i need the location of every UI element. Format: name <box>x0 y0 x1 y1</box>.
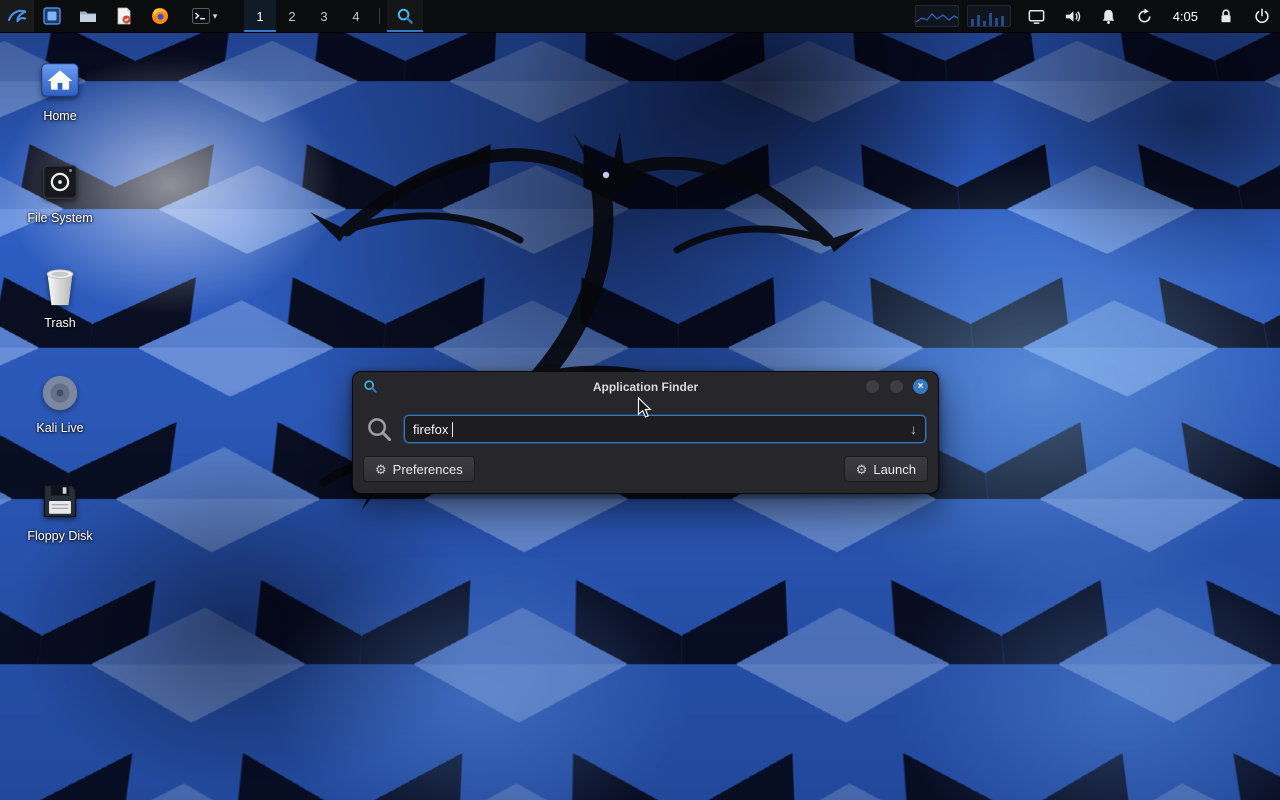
lock-icon <box>1217 7 1235 25</box>
maximize-button[interactable] <box>889 379 904 394</box>
launch-button[interactable]: ⚙ Launch <box>844 456 928 482</box>
power-icon <box>1253 7 1271 25</box>
desktop-icon-floppy-disk[interactable]: Floppy Disk <box>10 480 110 543</box>
text-editor-icon <box>114 6 134 26</box>
panel-clock[interactable]: 4:05 <box>1163 9 1208 24</box>
application-finder-task-icon <box>396 7 414 25</box>
window-title: Application Finder <box>353 380 938 394</box>
terminal-icon <box>191 6 211 26</box>
desktop-icon-label: Kali Live <box>36 421 83 435</box>
close-button[interactable]: × <box>913 379 928 394</box>
desktop-icon-kali-live[interactable]: Kali Live <box>10 372 110 435</box>
taskbar-application-finder[interactable] <box>387 0 423 32</box>
disc-volume-icon <box>39 372 81 414</box>
bell-icon <box>1099 7 1118 26</box>
display-settings-tray[interactable] <box>1019 0 1055 32</box>
logout-tray[interactable] <box>1244 0 1280 32</box>
launch-gear-icon: ⚙ <box>856 463 868 476</box>
launch-button-label: Launch <box>873 462 916 477</box>
floppy-disk-icon <box>39 480 81 522</box>
updates-tray[interactable] <box>1127 0 1163 32</box>
entry-dropdown-icon[interactable]: ↓ <box>910 422 917 436</box>
network-graph-tray[interactable] <box>967 5 1011 27</box>
workspace-3[interactable]: 3 <box>308 0 340 32</box>
gear-icon: ⚙ <box>375 463 387 476</box>
preferences-button-label: Preferences <box>393 462 463 477</box>
mouse-cursor <box>637 397 657 419</box>
display-icon <box>1027 7 1046 26</box>
volume-icon <box>1063 7 1082 26</box>
text-caret <box>452 422 453 437</box>
desktop-icon-label: Home <box>43 109 76 123</box>
chevron-down-icon[interactable]: ▾ <box>213 11 218 22</box>
cpu-graph-tray[interactable] <box>915 5 959 27</box>
workspace-4[interactable]: 4 <box>340 0 372 32</box>
text-editor-launcher[interactable] <box>106 0 142 32</box>
workspace-switcher: 1 2 3 4 <box>244 0 372 32</box>
desktop-icon-label: Trash <box>44 316 76 330</box>
refresh-icon <box>1135 7 1154 26</box>
firefox-launcher[interactable] <box>142 0 178 32</box>
search-input[interactable]: firefox ↓ <box>404 415 926 443</box>
application-finder-window: Application Finder × firefox ↓ ⚙ Prefere… <box>352 371 939 494</box>
applications-menu-button[interactable] <box>0 0 34 32</box>
desktop-icon-file-system[interactable]: File System <box>10 160 110 225</box>
screen-lock-tray[interactable] <box>1208 0 1244 32</box>
system-tray: 4:05 <box>915 0 1280 32</box>
terminal-launcher[interactable]: ▾ <box>178 0 230 32</box>
file-manager-launcher[interactable] <box>34 0 70 32</box>
home-icon <box>38 58 82 102</box>
hard-drive-icon <box>38 160 82 204</box>
workspace-2[interactable]: 2 <box>276 0 308 32</box>
search-icon <box>366 416 393 443</box>
minimize-button[interactable] <box>865 379 880 394</box>
desktop-icon-label: Floppy Disk <box>27 529 92 543</box>
trash-icon <box>40 265 80 309</box>
volume-tray[interactable] <box>1055 0 1091 32</box>
firefox-icon <box>150 6 170 26</box>
preferences-button[interactable]: ⚙ Preferences <box>363 456 475 482</box>
workspace-1[interactable]: 1 <box>244 0 276 32</box>
search-input-value: firefox <box>413 422 448 437</box>
folder-icon <box>78 6 98 26</box>
file-manager-icon <box>42 6 62 26</box>
folder-launcher[interactable] <box>70 0 106 32</box>
notifications-tray[interactable] <box>1091 0 1127 32</box>
desktop-icon-home[interactable]: Home <box>10 58 110 123</box>
panel-separator <box>379 8 380 24</box>
desktop-icon-label: File System <box>27 211 92 225</box>
desktop-icon-trash[interactable]: Trash <box>10 265 110 330</box>
application-finder-icon <box>363 379 378 394</box>
top-panel: ▾ 1 2 3 4 <box>0 0 1280 33</box>
kali-logo-icon <box>6 5 28 27</box>
